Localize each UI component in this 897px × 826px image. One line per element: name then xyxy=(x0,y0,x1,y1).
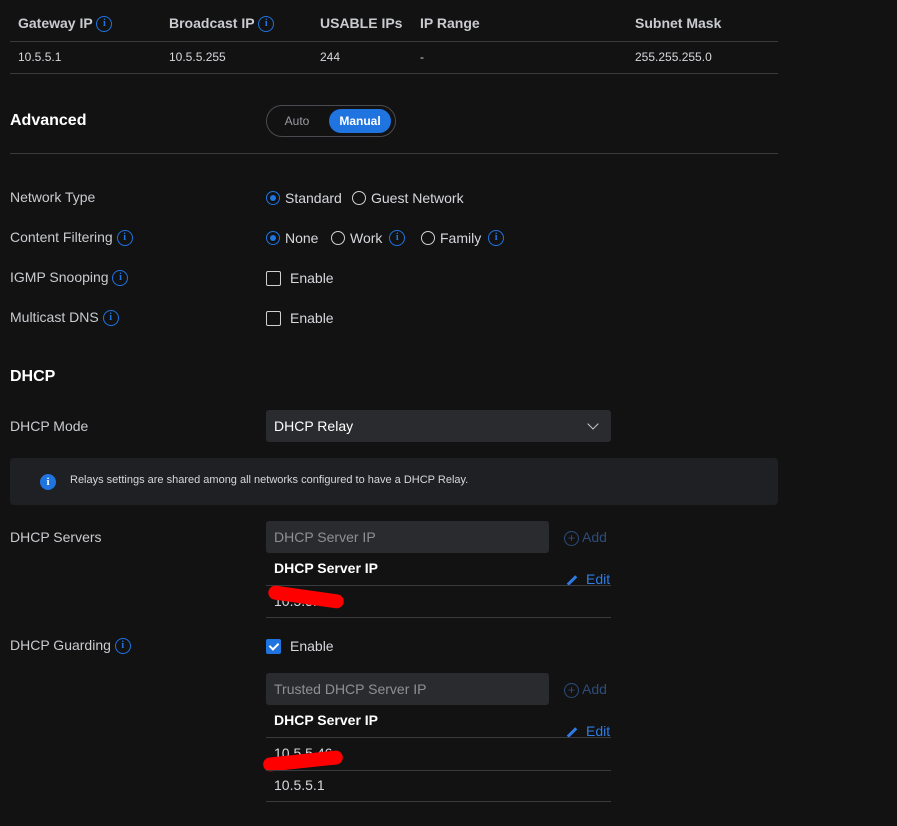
add-dhcp-server-button[interactable]: + Add xyxy=(564,529,607,546)
content-filtering-work[interactable]: Work i xyxy=(331,229,406,247)
igmp-snooping-label: IGMP Snooping i xyxy=(10,269,129,287)
mode-manual-option[interactable]: Manual xyxy=(329,109,391,133)
checkbox-icon xyxy=(266,310,281,326)
multicast-dns-label: Multicast DNS i xyxy=(10,309,119,327)
dhcp-server-ip-input[interactable] xyxy=(266,521,549,553)
list-divider xyxy=(266,770,611,771)
section-title-dhcp: DHCP xyxy=(10,368,56,385)
header-broadcast-ip: Broadcast IP i xyxy=(169,15,275,33)
multicast-dns-checkbox[interactable]: Enable xyxy=(266,309,334,326)
info-icon[interactable]: i xyxy=(389,230,406,247)
network-type-guest[interactable]: Guest Network xyxy=(352,189,464,206)
radio-icon xyxy=(421,231,435,246)
cell-usable-ips: 244 xyxy=(320,50,341,64)
cell-subnet-mask: 255.255.255.0 xyxy=(635,50,712,64)
cell-ip-range: - xyxy=(420,50,424,64)
network-type-label: Network Type xyxy=(10,189,96,205)
info-icon: i xyxy=(40,474,56,490)
plus-icon: + xyxy=(564,530,579,546)
cell-broadcast-ip: 10.5.5.255 xyxy=(169,50,226,64)
igmp-snooping-checkbox[interactable]: Enable xyxy=(266,269,334,286)
checkbox-checked-icon xyxy=(266,638,281,654)
dhcp-servers-list-header: DHCP Server IP xyxy=(274,560,379,576)
section-divider xyxy=(10,153,778,154)
info-icon[interactable]: i xyxy=(488,230,505,247)
dhcp-mode-value: DHCP Relay xyxy=(274,418,354,434)
info-icon[interactable]: i xyxy=(258,16,275,33)
add-trusted-server-button[interactable]: + Add xyxy=(564,681,607,698)
advanced-mode-toggle: Auto Manual xyxy=(266,105,396,137)
info-icon[interactable]: i xyxy=(102,310,119,327)
dhcp-mode-select[interactable]: DHCP Relay xyxy=(266,410,611,442)
content-filtering-label: Content Filtering i xyxy=(10,229,133,247)
mode-auto-option[interactable]: Auto xyxy=(267,106,327,136)
trusted-servers-list-header: DHCP Server IP xyxy=(274,712,379,728)
dhcp-guarding-checkbox[interactable]: Enable xyxy=(266,637,334,654)
list-divider xyxy=(266,585,611,586)
info-icon[interactable]: i xyxy=(96,16,113,33)
trusted-server-entry: 10.5.5.1 xyxy=(274,777,325,793)
cell-gateway-ip: 10.5.5.1 xyxy=(18,50,62,64)
dhcp-mode-label: DHCP Mode xyxy=(10,418,89,434)
info-icon[interactable]: i xyxy=(112,270,129,287)
radio-selected-icon xyxy=(266,191,280,206)
content-filtering-family[interactable]: Family i xyxy=(421,229,505,247)
list-divider xyxy=(266,801,611,802)
chevron-down-icon xyxy=(587,418,599,430)
info-icon[interactable]: i xyxy=(116,230,133,247)
pencil-icon xyxy=(566,726,578,738)
dhcp-servers-label: DHCP Servers xyxy=(10,529,102,545)
radio-selected-icon xyxy=(266,231,280,246)
header-gateway-ip: Gateway IP i xyxy=(18,15,113,33)
table-divider xyxy=(10,41,778,42)
info-banner-text: Relays settings are shared among all net… xyxy=(70,474,469,486)
network-type-standard[interactable]: Standard xyxy=(266,189,342,206)
info-icon[interactable]: i xyxy=(114,638,131,655)
header-usable-ips: USABLE IPs xyxy=(320,15,403,31)
pencil-icon xyxy=(566,574,578,586)
list-divider xyxy=(266,737,611,738)
header-ip-range: IP Range xyxy=(420,15,480,31)
trusted-dhcp-server-ip-input[interactable] xyxy=(266,673,549,705)
radio-icon xyxy=(331,231,345,246)
section-title-advanced: Advanced xyxy=(10,112,87,129)
info-banner: i Relays settings are shared among all n… xyxy=(10,458,778,505)
list-divider xyxy=(266,617,611,618)
table-bottom-divider xyxy=(10,73,778,74)
content-filtering-none[interactable]: None xyxy=(266,229,318,246)
checkbox-icon xyxy=(266,270,281,286)
radio-icon xyxy=(352,191,366,206)
header-subnet-mask: Subnet Mask xyxy=(635,15,722,31)
dhcp-guarding-label: DHCP Guarding i xyxy=(10,637,131,655)
plus-icon: + xyxy=(564,682,579,698)
